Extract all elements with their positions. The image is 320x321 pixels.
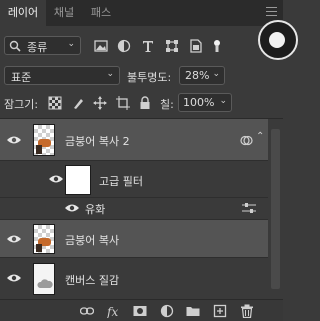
fill-label: 칠: [160,98,174,111]
filter-kind-label: 종류 [27,41,48,54]
eye-icon[interactable] [7,234,21,244]
fx-icon[interactable]: fx [107,304,121,318]
eye-icon[interactable] [65,203,79,213]
image-filter-icon[interactable] [94,39,108,53]
lock-artboard-icon[interactable] [116,96,130,110]
filter-mask-thumbnail [65,165,91,195]
smart-object-badge-icon [240,135,253,146]
new-adjustment-icon[interactable] [160,304,174,318]
layer-name: 캔버스 질감 [65,274,120,287]
lock-position-icon[interactable] [93,96,107,110]
lock-all-icon[interactable] [138,96,152,110]
blend-row: 표준 ⌄ 불투명도: 28% ⌄ [0,63,283,87]
smart-filters-label: 고급 필터 [99,175,143,188]
eye-icon[interactable] [7,135,21,145]
scrollbar-thumb[interactable] [271,129,280,289]
chevron-down-icon: ⌄ [106,69,114,79]
layers-list: 금붕어 복사 2 ⌃ 고급 필터 유화 금붕어 복사 캔버스 질감 [0,119,283,299]
smart-object-filter-icon[interactable] [189,39,203,53]
chevron-down-icon: ⌄ [212,69,220,79]
layer-name: 금붕어 복사 2 [65,135,130,148]
svg-text:fx: fx [107,305,118,318]
lock-row: 잠그기: 칠: 100% ⌄ [0,91,283,115]
layer-row[interactable]: 금붕어 복사 [0,220,268,258]
tab-layers[interactable]: 레이어 [0,0,46,26]
cloud-icon [37,279,53,288]
blend-mode-value: 표준 [11,71,32,84]
smart-filters-row[interactable]: 고급 필터 [0,161,268,198]
panel-menu-icon[interactable] [266,7,277,19]
lock-label: 잠그기: [4,98,39,111]
layer-thumbnail [33,224,55,254]
search-icon [9,40,21,52]
tab-channels[interactable]: 채널 [46,0,82,26]
layer-filter-row: 종류 ⌄ [0,33,283,59]
layer-thumbnail [33,124,55,156]
chevron-down-icon: ⌄ [67,39,75,49]
panel-overlay-toggle[interactable] [258,20,298,60]
fill-value: 100% [183,96,215,109]
opacity-label: 불투명도: [127,71,172,84]
chevron-down-icon: ⌄ [219,96,227,106]
new-group-icon[interactable] [186,304,200,318]
add-mask-icon[interactable] [133,304,147,318]
filter-effect-name: 유화 [85,203,106,216]
opacity-value: 28% [185,69,210,82]
new-layer-icon[interactable] [213,304,227,318]
lock-transparent-icon[interactable] [48,96,62,110]
eye-icon[interactable] [7,273,21,283]
adjustment-filter-icon[interactable] [117,39,131,53]
layer-row[interactable]: 캔버스 질감 [0,258,268,299]
filter-toggle-icon[interactable] [211,39,223,53]
filter-effect-row[interactable]: 유화 [0,198,268,220]
filter-options-icon[interactable] [242,202,256,214]
shape-filter-icon[interactable] [165,39,179,53]
layers-bottom-toolbar: fx [0,299,283,321]
layer-row[interactable]: 금붕어 복사 2 ⌃ [0,119,268,161]
panel-tab-bar: 레이어 채널 패스 [0,0,283,26]
toggle-knob-icon [269,32,285,48]
layer-thumbnail [33,263,55,295]
link-layers-icon[interactable] [80,304,94,318]
blend-mode-select[interactable]: 표준 ⌄ [4,66,120,85]
type-filter-icon[interactable] [141,39,155,53]
filter-kind-select[interactable]: 종류 ⌄ [4,36,81,55]
collapse-arrow-icon[interactable]: ⌃ [256,131,264,142]
tab-paths[interactable]: 패스 [82,0,120,26]
lock-image-icon[interactable] [71,96,85,110]
fill-field[interactable]: 100% ⌄ [178,93,232,112]
layer-name: 금붕어 복사 [65,234,120,247]
eye-icon[interactable] [49,174,63,184]
opacity-field[interactable]: 28% ⌄ [179,66,225,85]
layers-scrollbar[interactable] [268,119,283,299]
delete-layer-icon[interactable] [240,304,254,318]
